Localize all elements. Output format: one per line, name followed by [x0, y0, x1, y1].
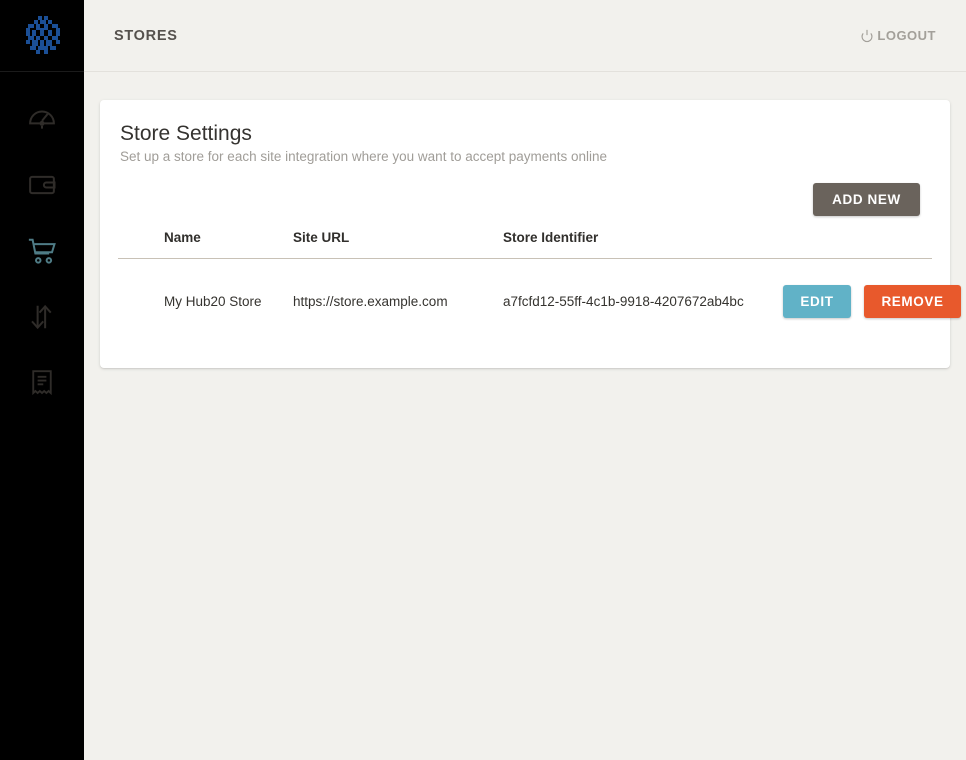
edit-button[interactable]: EDIT — [783, 285, 851, 318]
logout-button[interactable]: LOGOUT — [860, 28, 936, 43]
sidebar-item-wallet[interactable] — [0, 152, 84, 218]
column-header-actions — [783, 230, 932, 259]
card-actions-row: ADD NEW — [118, 183, 932, 216]
power-icon — [861, 29, 873, 42]
add-new-button[interactable]: ADD NEW — [813, 183, 920, 216]
table-row: My Hub20 Store https://store.example.com… — [118, 259, 961, 343]
shopping-cart-icon — [28, 238, 56, 264]
sidebar-item-dashboard[interactable] — [0, 86, 84, 152]
cell-store-name: My Hub20 Store — [164, 294, 262, 309]
remove-button[interactable]: REMOVE — [864, 285, 961, 318]
cell-site-url: https://store.example.com — [293, 294, 448, 309]
sidebar-nav — [0, 72, 84, 416]
card-subtitle: Set up a store for each site integration… — [120, 149, 608, 164]
sidebar-logo[interactable] — [0, 0, 84, 72]
sidebar — [0, 0, 84, 760]
column-header-name: Name — [118, 230, 293, 259]
content-area: Store Settings Set up a store for each s… — [84, 72, 966, 760]
cell-row-actions: EDIT REMOVE — [783, 259, 961, 343]
receipt-icon — [32, 370, 52, 396]
cell-store-identifier: a7fcfd12-55ff-4c1b-9918-4207672ab4bc — [503, 294, 744, 309]
sidebar-item-stores[interactable] — [0, 218, 84, 284]
sidebar-item-invoices[interactable] — [0, 350, 84, 416]
card-title: Store Settings — [120, 122, 252, 145]
column-header-site-url: Site URL — [293, 230, 503, 259]
logout-label: LOGOUT — [877, 28, 936, 43]
store-settings-card: Store Settings Set up a store for each s… — [100, 100, 961, 368]
transfer-arrows-icon — [31, 304, 52, 330]
app-root: STORES LOGOUT Store Settings Set up a st… — [0, 0, 966, 760]
hub20-pixel-globe-logo-icon — [26, 15, 60, 54]
top-bar: STORES LOGOUT — [84, 0, 966, 72]
column-header-identifier: Store Identifier — [503, 230, 783, 259]
wallet-icon — [29, 175, 56, 195]
row-action-group: EDIT REMOVE — [783, 285, 961, 318]
sidebar-item-transfers[interactable] — [0, 284, 84, 350]
dashboard-gauge-icon — [29, 110, 55, 129]
table-header-row: Name Site URL Store Identifier — [118, 230, 932, 259]
stores-table-body: My Hub20 Store https://store.example.com… — [118, 259, 961, 343]
stores-table-head: Name Site URL Store Identifier — [118, 230, 932, 259]
page-title: STORES — [114, 27, 178, 44]
stores-table: Name Site URL Store Identifier My Hub20 … — [118, 230, 961, 343]
main-area: STORES LOGOUT Store Settings Set up a st… — [84, 0, 966, 760]
